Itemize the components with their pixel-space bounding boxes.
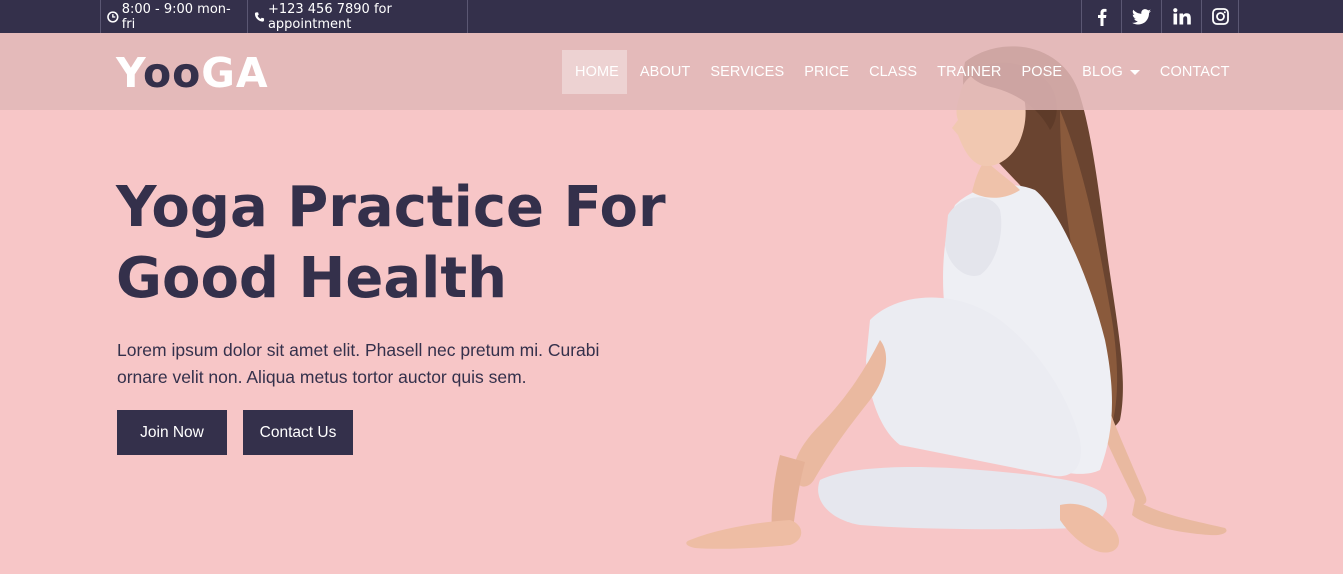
instagram-icon	[1211, 8, 1229, 25]
logo-part-3: GA	[201, 49, 269, 97]
nav-blog[interactable]: BLOG	[1072, 50, 1150, 94]
main-menu: HOME ABOUT SERVICES PRICE CLASS TRAINER …	[562, 50, 1240, 94]
nav-blog-label: BLOG	[1082, 64, 1123, 80]
hours-text: 8:00 - 9:00 mon-fri	[121, 1, 231, 32]
yoga-woman-image	[686, 46, 1227, 553]
nav-services[interactable]: SERVICES	[700, 50, 794, 94]
nav-pose[interactable]: POSE	[1011, 50, 1072, 94]
linkedin-link[interactable]	[1161, 0, 1201, 33]
clock-icon	[107, 10, 119, 23]
hero-title-line-1: Yoga Practice For	[116, 175, 666, 240]
hero-title-line-2: Good Health	[116, 246, 507, 311]
logo-part-2: oo	[142, 49, 202, 97]
instagram-link[interactable]	[1201, 0, 1239, 33]
nav-trainer[interactable]: TRAINER	[927, 50, 1011, 94]
facebook-icon	[1097, 8, 1106, 26]
hero-description: Lorem ipsum dolor sit amet elit. Phasell…	[117, 340, 600, 387]
nav-contact[interactable]: CONTACT	[1150, 50, 1240, 94]
linkedin-icon	[1172, 8, 1191, 25]
top-bar: 8:00 - 9:00 mon-fri +123 456 7890 for ap…	[0, 0, 1343, 33]
opening-hours: 8:00 - 9:00 mon-fri	[100, 0, 247, 33]
phone-info: +123 456 7890 for appointment	[247, 0, 468, 33]
nav-home[interactable]: HOME	[562, 50, 627, 94]
contact-us-button[interactable]: Contact Us	[243, 410, 353, 455]
phone-text: +123 456 7890 for appointment	[267, 1, 392, 32]
join-now-button[interactable]: Join Now	[117, 410, 227, 455]
facebook-link[interactable]	[1081, 0, 1121, 33]
twitter-link[interactable]	[1121, 0, 1161, 33]
chevron-down-icon	[1129, 69, 1140, 75]
social-links	[1081, 0, 1239, 33]
nav-class[interactable]: CLASS	[859, 50, 927, 94]
site-logo[interactable]: YooGA	[116, 49, 269, 97]
twitter-icon	[1132, 8, 1151, 25]
logo-part-1: Y	[116, 49, 143, 97]
nav-about[interactable]: ABOUT	[630, 50, 700, 94]
hero-title: Yoga Practice For Good Health	[116, 172, 676, 314]
nav-price[interactable]: PRICE	[794, 50, 859, 94]
main-navbar: YooGA HOME ABOUT SERVICES PRICE CLASS TR…	[0, 33, 1343, 110]
phone-icon	[254, 11, 265, 22]
